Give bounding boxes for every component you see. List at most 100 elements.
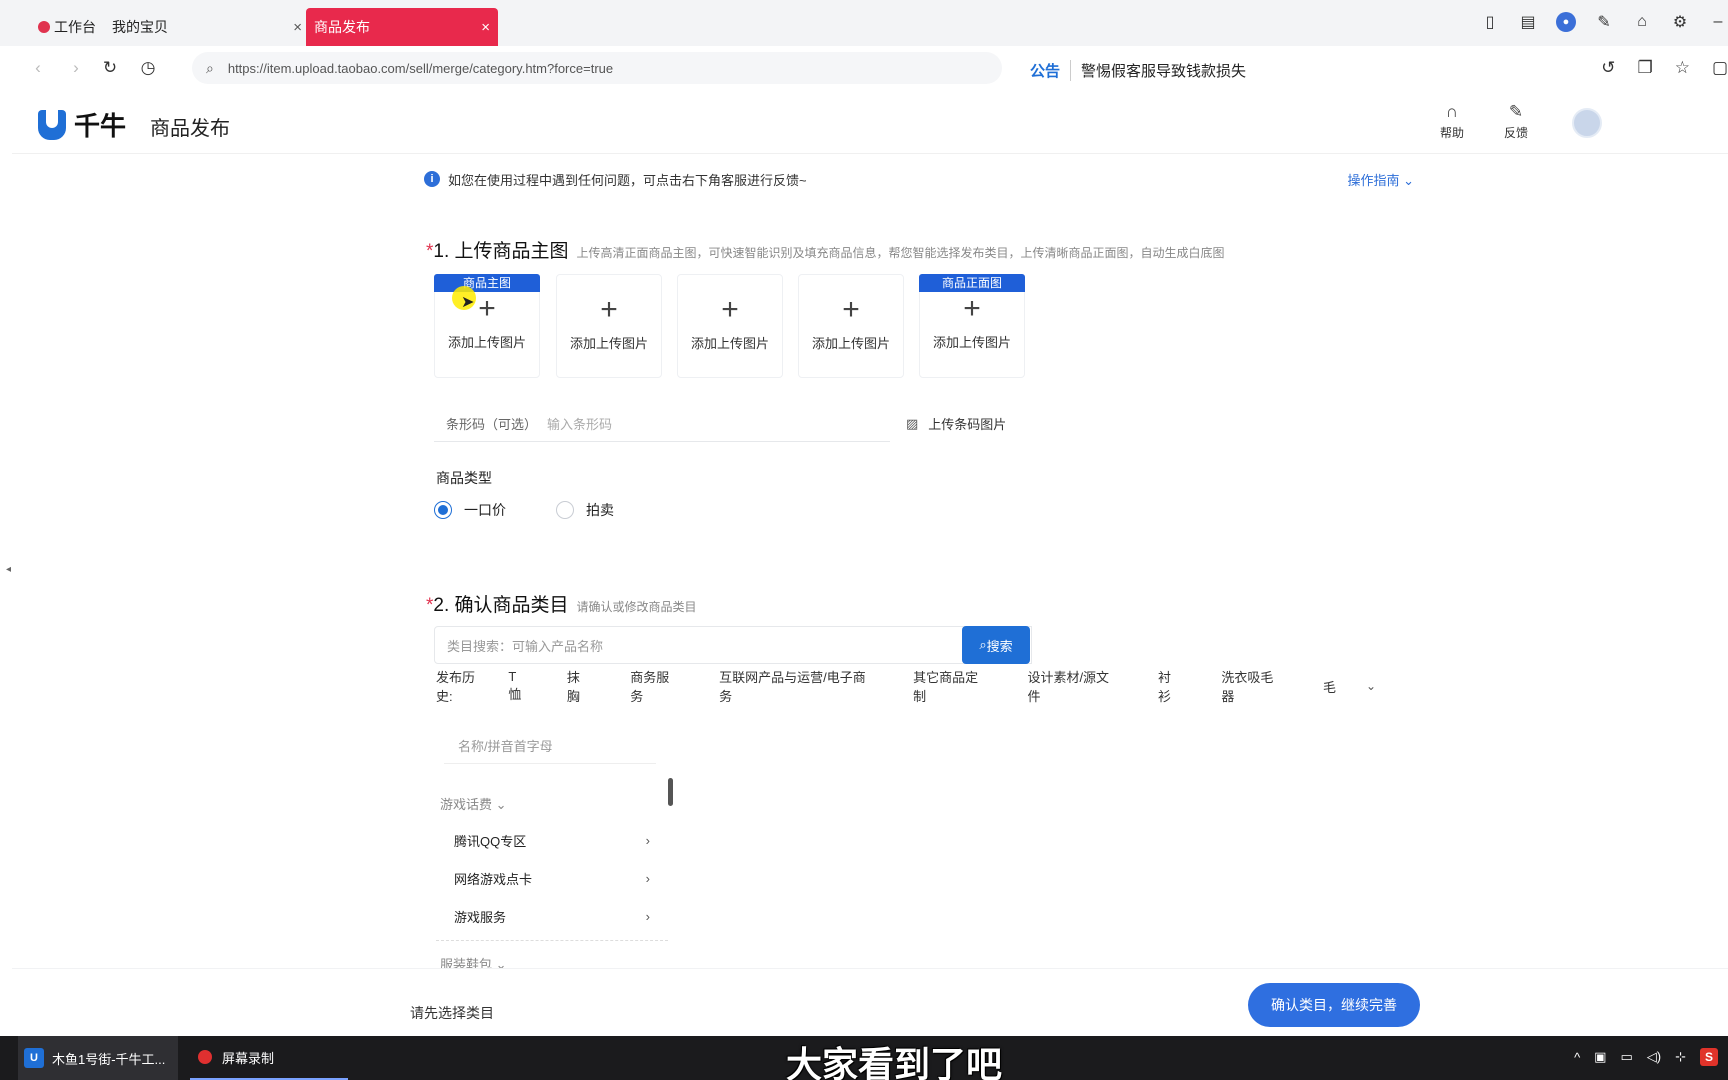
- upload-barcode-label: 上传条码图片: [928, 417, 1007, 432]
- qianniu-tray-icon[interactable]: ▣: [1594, 1049, 1606, 1065]
- category-item-label: 游戏服务: [454, 909, 507, 925]
- barcode-input[interactable]: 条形码（可选） 输入条形码: [434, 406, 890, 442]
- collapse-arrow-icon[interactable]: ◂: [6, 564, 11, 575]
- history-item[interactable]: 毛: [1323, 677, 1336, 696]
- upload-caption: 添加上传图片: [447, 335, 526, 350]
- back-icon[interactable]: ‹: [26, 56, 50, 80]
- tab-product-publish[interactable]: 商品发布 ×: [306, 8, 498, 46]
- plus-icon: +: [963, 292, 981, 325]
- minimize-icon[interactable]: –: [1708, 12, 1728, 32]
- ime-icon[interactable]: ⊹: [1675, 1049, 1686, 1065]
- edit-icon[interactable]: ✎: [1594, 12, 1614, 32]
- category-list-scrollbar[interactable]: [668, 778, 673, 806]
- browser-tab-bar: 工作台 我的宝贝 × 商品发布 × ▯ ▤ ● ✎ ⌂ ⚙ –: [0, 0, 1728, 46]
- category-item[interactable]: 腾讯QQ专区 ›: [454, 830, 650, 850]
- copy-icon[interactable]: ❐: [1637, 58, 1652, 78]
- radio-auction[interactable]: 拍卖: [556, 500, 614, 520]
- search-icon: ⌕: [206, 59, 214, 76]
- operation-guide-link[interactable]: 操作指南 ⌄: [1347, 170, 1414, 189]
- mouse-pointer-icon: ➤: [461, 294, 475, 311]
- history-item[interactable]: 衬衫: [1158, 667, 1183, 705]
- phone-icon[interactable]: ▯: [1480, 12, 1500, 32]
- category-item-label: 网络游戏点卡: [454, 871, 533, 887]
- taskbar-app-label: 木鱼1号街-千牛工...: [52, 1051, 166, 1067]
- workbench-icon: [38, 21, 50, 33]
- close-icon[interactable]: ×: [293, 19, 302, 36]
- barcode-label: 条形码（可选）: [446, 417, 538, 432]
- required-mark: *: [426, 241, 434, 262]
- plus-icon: +: [600, 293, 618, 326]
- tab-my-items[interactable]: 我的宝贝 ×: [112, 8, 302, 46]
- history-item[interactable]: T恤: [508, 669, 528, 703]
- avatar[interactable]: [1572, 108, 1602, 138]
- history-item[interactable]: 设计素材/源文件: [1027, 667, 1120, 705]
- url-input[interactable]: ⌕ https://item.upload.taobao.com/sell/me…: [192, 52, 1002, 84]
- upload-image-slot[interactable]: + 添加上传图片: [556, 274, 662, 378]
- info-banner: i 如您在使用过程中遇到任何问题，可点击右下角客服进行反馈~ 操作指南 ⌄: [424, 166, 1414, 192]
- plus-icon: +: [478, 292, 496, 325]
- chevron-down-icon[interactable]: ⌄: [1366, 679, 1376, 693]
- info-text: 如您在使用过程中遇到任何问题，可点击右下角客服进行反馈~: [448, 172, 807, 188]
- help-button[interactable]: ∩ 帮助: [1432, 102, 1472, 141]
- window-icon[interactable]: ▢: [1712, 58, 1728, 78]
- chevron-right-icon: ›: [645, 832, 650, 848]
- required-mark: *: [426, 595, 434, 616]
- upload-main-image[interactable]: 商品主图 + 添加上传图片: [434, 274, 540, 378]
- reload-icon[interactable]: ↻: [98, 56, 122, 80]
- category-search-input[interactable]: 类目搜索：可输入产品名称: [434, 626, 1032, 664]
- qianniu-logo[interactable]: 千牛: [38, 106, 126, 143]
- bottom-action-bar: 请先选择类目 确认类目，继续完善: [12, 968, 1728, 1036]
- settings-icon[interactable]: ⚙: [1670, 12, 1690, 32]
- upload-caption: 添加上传图片: [932, 335, 1011, 350]
- section-hint: 请确认或修改商品类目: [576, 600, 697, 614]
- refresh-circle-icon[interactable]: ↺: [1601, 58, 1615, 78]
- category-group-games[interactable]: 游戏话费 ⌄: [440, 794, 507, 813]
- confirm-category-button[interactable]: 确认类目，继续完善: [1248, 983, 1420, 1027]
- announcement[interactable]: 公告 警惕假客服导致钱款损失: [1030, 60, 1246, 81]
- upload-front-image[interactable]: 商品正面图 + 添加上传图片: [919, 274, 1025, 378]
- network-icon[interactable]: ▭: [1620, 1049, 1632, 1065]
- feedback-label: 反馈: [1503, 126, 1528, 140]
- qianniu-app-icon: U: [24, 1048, 44, 1068]
- sogou-icon[interactable]: S: [1700, 1048, 1718, 1066]
- star-icon[interactable]: ☆: [1675, 58, 1690, 78]
- product-type-label: 商品类型: [436, 470, 492, 486]
- qianniu-logo-icon: [38, 109, 66, 140]
- upload-barcode-image-button[interactable]: ▨ 上传条码图片: [906, 414, 1006, 433]
- history-icon[interactable]: ◷: [136, 56, 160, 80]
- category-item[interactable]: 游戏服务 ›: [454, 906, 650, 926]
- category-divider: [436, 940, 668, 941]
- tray-expand-icon[interactable]: ^: [1574, 1050, 1580, 1065]
- search-button[interactable]: ⌕ 搜索: [962, 626, 1030, 664]
- address-bar-tools: ↺ ❐ ☆ ▢: [1601, 58, 1728, 78]
- history-item[interactable]: 洗衣吸毛器: [1221, 667, 1285, 705]
- announcement-text: 警惕假客服导致钱款损失: [1081, 63, 1247, 80]
- category-name-filter-input[interactable]: 名称/拼音首字母: [444, 728, 656, 764]
- history-item[interactable]: 其它商品定制: [913, 667, 989, 705]
- radio-fixed-price[interactable]: 一口价: [434, 500, 506, 520]
- barcode-placeholder: 输入条形码: [547, 417, 613, 432]
- system-tray: ^ ▣ ▭ ◁) ⊹ S: [1574, 1048, 1718, 1066]
- page-title: 商品发布: [150, 118, 230, 140]
- close-icon[interactable]: ×: [481, 19, 490, 36]
- radio-label: 一口价: [464, 502, 506, 518]
- upload-caption: 添加上传图片: [811, 336, 890, 351]
- category-item[interactable]: 网络游戏点卡 ›: [454, 868, 650, 888]
- bookmark-panel-icon[interactable]: ▤: [1518, 12, 1538, 32]
- volume-icon[interactable]: ◁): [1647, 1049, 1661, 1065]
- user-icon[interactable]: ●: [1556, 12, 1576, 32]
- image-icon: ▨: [906, 415, 919, 431]
- history-item[interactable]: 商务服务: [630, 667, 681, 705]
- taskbar-app-screen-recorder[interactable]: 屏幕录制: [190, 1036, 348, 1080]
- help-label: 帮助: [1439, 126, 1464, 140]
- upload-image-slot[interactable]: + 添加上传图片: [677, 274, 783, 378]
- forward-icon[interactable]: ›: [64, 56, 88, 80]
- shirt-icon[interactable]: ⌂: [1632, 12, 1652, 32]
- upload-image-slot[interactable]: + 添加上传图片: [798, 274, 904, 378]
- front-image-badge: 商品正面图: [919, 274, 1025, 292]
- history-item[interactable]: 抹胸: [567, 667, 592, 705]
- taskbar-app-qianniu[interactable]: U 木鱼1号街-千牛工...: [18, 1036, 178, 1080]
- feedback-button[interactable]: ✎ 反馈: [1496, 102, 1536, 141]
- app-header: 千牛 商品发布 ∩ 帮助 ✎ 反馈: [12, 92, 1728, 154]
- history-item[interactable]: 互联网产品与运营/电子商务: [719, 667, 875, 705]
